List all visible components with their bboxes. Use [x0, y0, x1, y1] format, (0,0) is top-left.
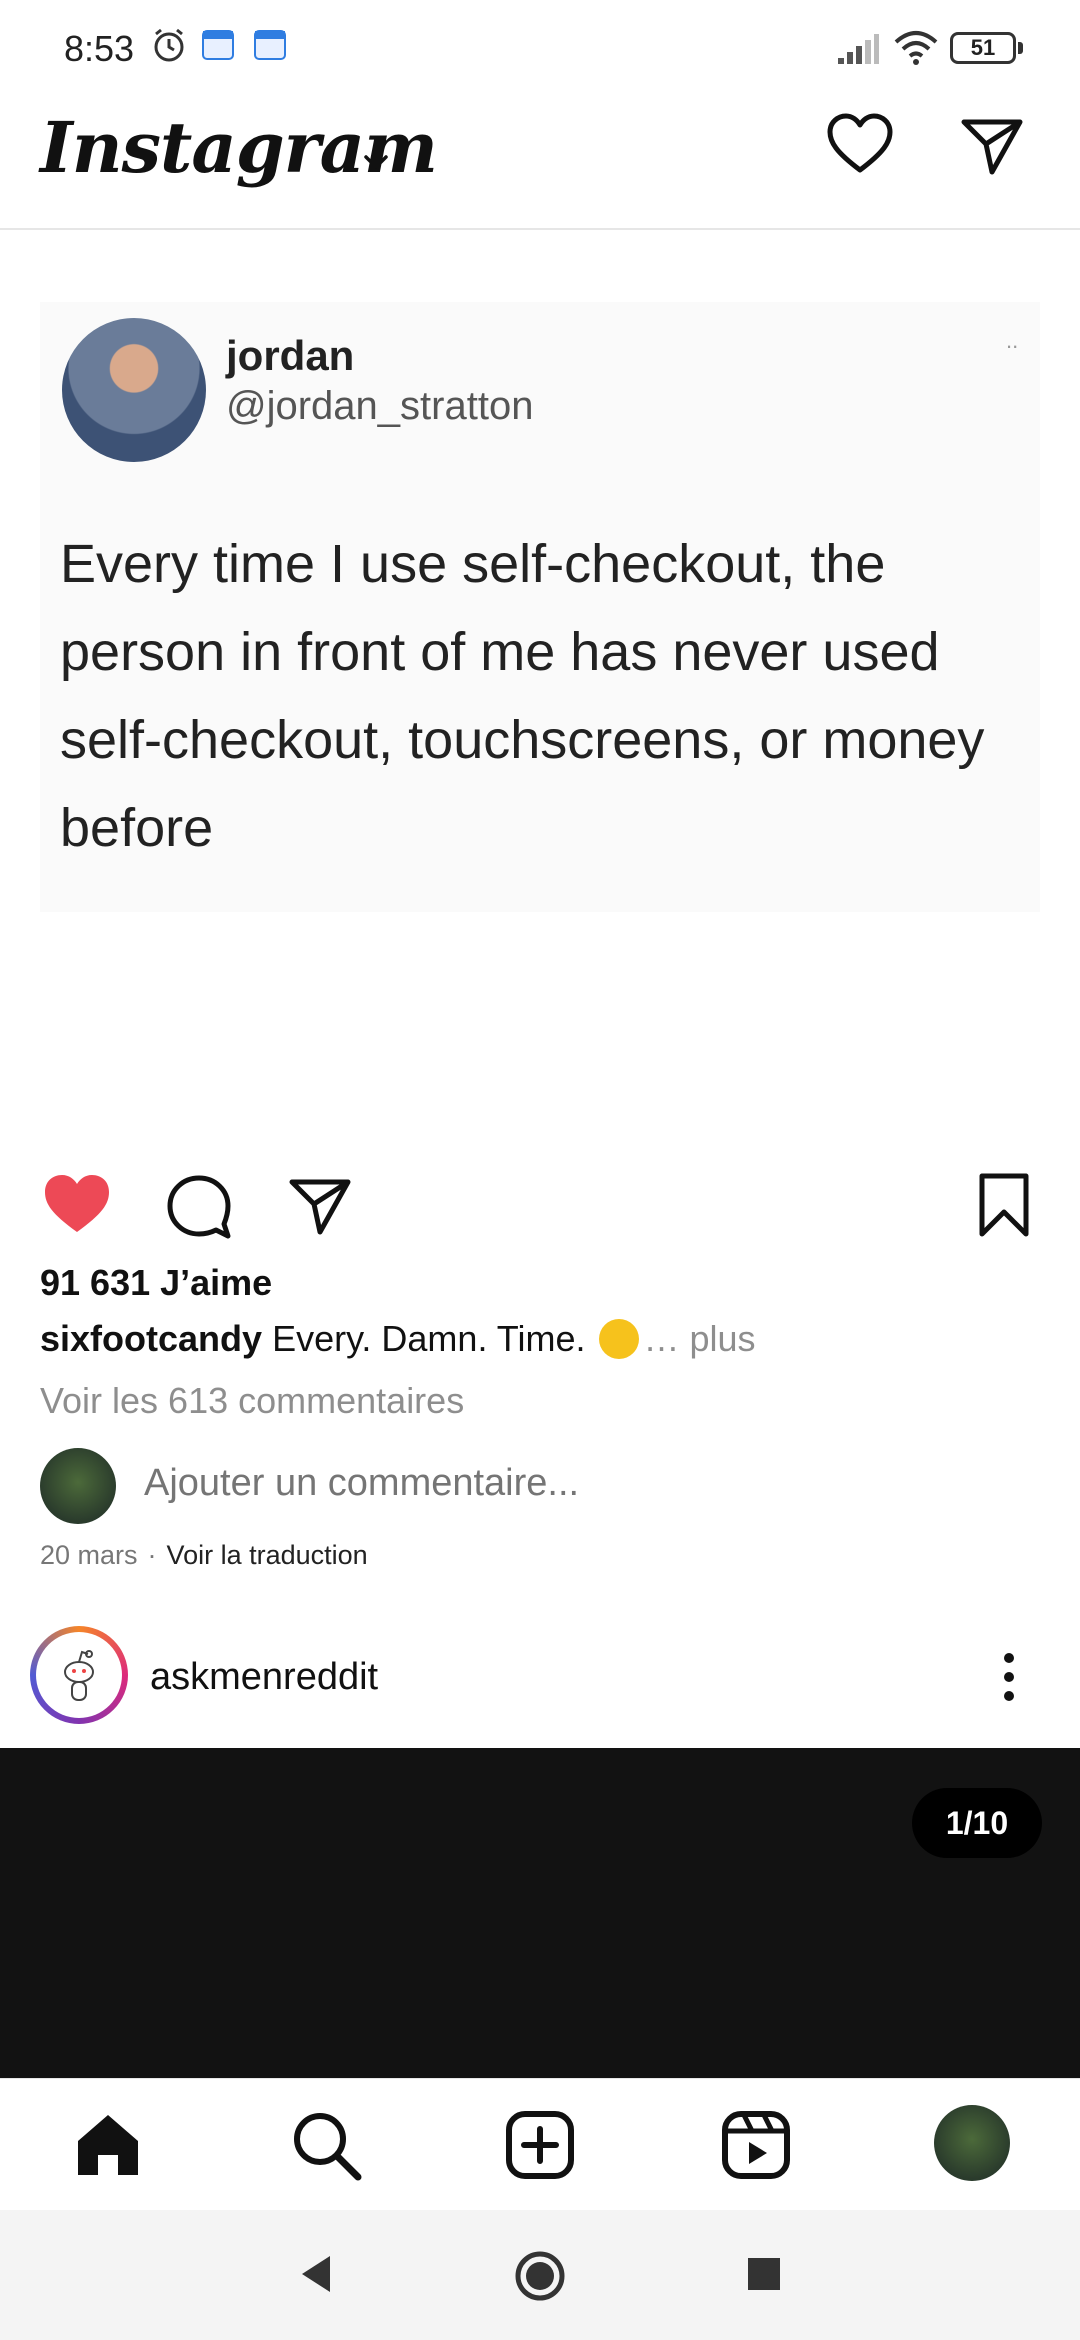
comment-icon[interactable] [166, 1174, 232, 1240]
send-icon[interactable] [960, 114, 1024, 178]
next-post-media[interactable]: 1/10 [0, 1748, 1080, 2078]
home-circle-icon[interactable] [514, 2250, 566, 2302]
date-separator: · [147, 1540, 157, 1570]
translate-link[interactable]: Voir la traduction [167, 1540, 368, 1570]
tweet-avatar [62, 318, 206, 462]
post-date: 20 mars [40, 1540, 138, 1570]
heart-icon[interactable] [826, 112, 894, 180]
battery-level: 51 [970, 35, 996, 60]
like-count[interactable]: 91 631 J’aime [40, 1262, 272, 1304]
tweet-text: Every time I use self-checkout, the pers… [60, 534, 985, 858]
bookmark-icon[interactable] [976, 1172, 1032, 1238]
search-icon[interactable] [290, 2109, 362, 2181]
tweet-handle: @jordan_stratton [226, 384, 534, 428]
alarm-icon [154, 28, 184, 62]
avatar [40, 1448, 116, 1524]
system-nav-bar [0, 2210, 1080, 2340]
share-icon[interactable] [288, 1174, 352, 1238]
recents-icon[interactable] [744, 2254, 784, 2294]
home-icon[interactable] [72, 2109, 144, 2181]
next-post-username[interactable]: askmenreddit [150, 1656, 378, 1699]
bottom-nav [0, 2078, 1080, 2211]
tweet-name: jordan [226, 332, 355, 379]
liked-heart-icon[interactable] [42, 1172, 112, 1236]
battery-tip [1018, 42, 1023, 54]
reels-icon[interactable] [720, 2109, 792, 2181]
post-action-bar [0, 1150, 1080, 1250]
battery-icon: 51 [950, 32, 1016, 64]
reddit-icon [37, 1633, 121, 1717]
post-date-row: 20 mars · Voir la traduction [40, 1540, 368, 1571]
tweet-more-dots: .. [1006, 328, 1019, 353]
status-time: 8:53 [64, 28, 135, 69]
chevron-down-icon[interactable] [360, 146, 392, 178]
calendar-icon [254, 30, 286, 60]
more-options-icon[interactable] [1002, 1652, 1016, 1702]
laughing-emoji-icon [599, 1319, 640, 1359]
profile-avatar[interactable] [934, 2105, 1010, 2181]
post-caption: sixfootcandy Every. Damn. Time. … plus [40, 1318, 1040, 1360]
signal-icon [838, 34, 879, 64]
back-icon[interactable] [296, 2252, 336, 2296]
app-header: Instagram [0, 90, 1080, 230]
post-image[interactable]: jordan @jordan_stratton .. Every time I … [0, 230, 1080, 1150]
caption-username[interactable]: sixfootcandy [40, 1318, 262, 1359]
status-bar: 8:53 51 [0, 0, 1080, 90]
caption-text: Every. Damn. Time. [272, 1318, 586, 1359]
calendar-icon [202, 30, 234, 60]
create-icon[interactable] [504, 2109, 576, 2181]
reddit-avatar [36, 1632, 122, 1718]
view-comments-link[interactable]: Voir les 613 commentaires [40, 1380, 464, 1422]
tweet-card: jordan @jordan_stratton .. Every time I … [40, 302, 1040, 912]
caption-more-link[interactable]: … plus [643, 1318, 755, 1359]
carousel-counter: 1/10 [912, 1788, 1042, 1858]
comment-input[interactable] [144, 1462, 944, 1505]
wifi-icon [894, 31, 938, 65]
